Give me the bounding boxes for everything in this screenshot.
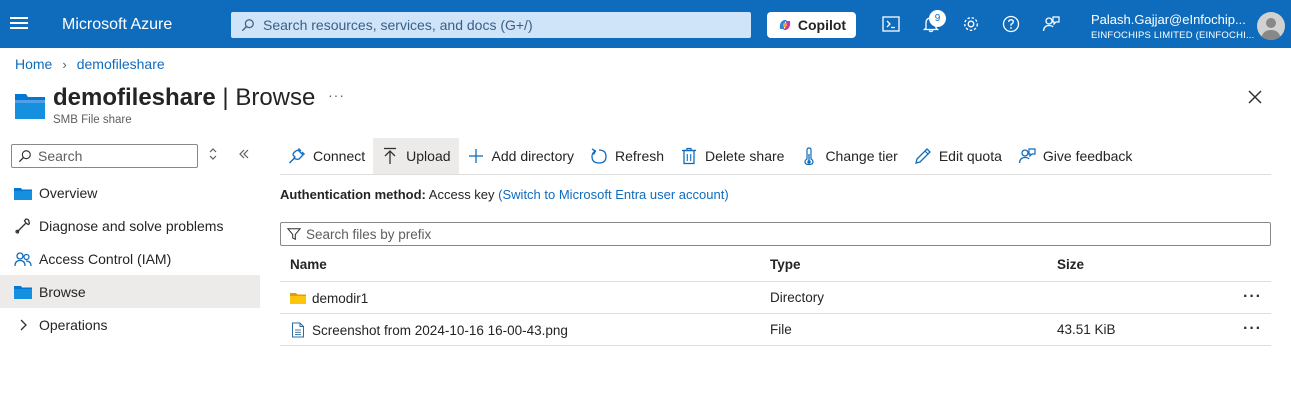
table-row[interactable]: Screenshot from 2024-10-16 16-00-43.png …	[280, 313, 1271, 345]
avatar[interactable]	[1257, 12, 1285, 40]
upload-button[interactable]: Upload	[373, 138, 459, 174]
sidebar-item-operations[interactable]: Operations	[0, 308, 260, 341]
filter-icon	[287, 228, 301, 241]
sidebar-item-overview[interactable]: Overview	[0, 176, 260, 209]
cloud-shell-icon[interactable]	[881, 14, 901, 34]
page-title: demofileshare | Browse	[53, 84, 315, 112]
sidebar-item-label: Diagnose and solve problems	[39, 217, 224, 234]
people-icon	[14, 250, 32, 268]
refresh-icon	[590, 147, 608, 165]
refresh-button[interactable]: Refresh	[582, 138, 672, 174]
chevron-right-icon	[14, 316, 32, 334]
refresh-label: Refresh	[615, 148, 665, 164]
authentication-method: Authentication method: Access key (Switc…	[280, 187, 729, 202]
trash-icon	[680, 147, 698, 165]
thermometer-icon	[800, 147, 818, 165]
page-title-separator: |	[215, 84, 236, 111]
toolbar-divider	[280, 174, 1271, 175]
breadcrumb-home-link[interactable]: Home	[15, 56, 52, 72]
expand-collapse-icon[interactable]	[208, 148, 218, 163]
user-org[interactable]: EINFOCHIPS LIMITED (EINFOCHI...	[1091, 30, 1255, 41]
global-search-placeholder: Search resources, services, and docs (G+…	[263, 17, 533, 33]
command-toolbar: Connect Upload Add directory Refresh Del…	[280, 138, 1140, 174]
file-size: 43.51 KiB	[1057, 322, 1116, 337]
add-directory-label: Add directory	[491, 148, 575, 164]
file-name-cell[interactable]: demodir1	[290, 290, 368, 306]
page-subtitle: SMB File share	[53, 114, 132, 126]
file-name: Screenshot from 2024-10-16 16-00-43.png	[312, 322, 568, 338]
delete-share-label: Delete share	[705, 148, 785, 164]
row-more-options-button[interactable]: ···	[1243, 288, 1262, 306]
nav-search-placeholder: Search	[38, 148, 83, 164]
edit-quota-button[interactable]: Edit quota	[906, 138, 1010, 174]
breadcrumb-current-link[interactable]: demofileshare	[77, 56, 165, 72]
notification-badge: 9	[929, 10, 946, 27]
folder-icon	[290, 293, 306, 304]
sidebar-item-label: Overview	[39, 184, 98, 201]
feedback-icon	[1018, 147, 1036, 165]
overview-icon	[14, 184, 32, 202]
page-title-section: Browse	[235, 84, 316, 111]
wrench-icon	[14, 217, 32, 235]
sidebar-item-access-control[interactable]: Access Control (IAM)	[0, 242, 260, 275]
give-feedback-button[interactable]: Give feedback	[1010, 138, 1141, 174]
nav-search-input[interactable]: Search	[11, 144, 198, 168]
breadcrumb: Home › demofileshare	[15, 56, 165, 72]
table-row[interactable]: demodir1 Directory ···	[280, 281, 1271, 313]
search-icon	[18, 150, 31, 163]
user-name[interactable]: Palash.Gajjar@eInfochip...	[1091, 12, 1246, 27]
collapse-nav-icon[interactable]	[238, 148, 250, 163]
copilot-button[interactable]: Copilot	[767, 12, 856, 38]
change-tier-label: Change tier	[825, 148, 898, 164]
row-more-options-button[interactable]: ···	[1243, 320, 1262, 338]
auth-label: Authentication method:	[280, 187, 426, 202]
settings-gear-icon[interactable]	[961, 14, 981, 34]
more-options-button[interactable]: ···	[328, 87, 345, 103]
help-icon[interactable]	[1001, 14, 1021, 34]
column-header-name[interactable]: Name	[290, 257, 327, 272]
global-search-input[interactable]: Search resources, services, and docs (G+…	[231, 12, 751, 38]
table-bottom-divider	[280, 345, 1271, 346]
plus-icon	[467, 147, 485, 165]
column-header-size[interactable]: Size	[1057, 257, 1084, 272]
sidebar-item-label: Operations	[39, 316, 108, 333]
copilot-icon	[779, 20, 791, 30]
folder-icon	[14, 283, 32, 301]
hamburger-menu-icon[interactable]	[10, 14, 28, 34]
file-search-placeholder: Search files by prefix	[306, 226, 432, 242]
upload-label: Upload	[406, 148, 451, 164]
file-name: demodir1	[312, 290, 369, 306]
connect-label: Connect	[313, 148, 366, 164]
top-bar: Microsoft Azure Search resources, servic…	[0, 0, 1291, 48]
pencil-icon	[914, 147, 932, 165]
sidebar-item-label: Browse	[39, 283, 86, 300]
switch-auth-link[interactable]: (Switch to Microsoft Entra user account)	[498, 187, 728, 202]
edit-quota-label: Edit quota	[938, 148, 1002, 164]
file-type: File	[770, 322, 792, 337]
add-directory-button[interactable]: Add directory	[459, 138, 582, 174]
feedback-icon[interactable]	[1041, 14, 1061, 34]
sidebar-item-browse[interactable]: Browse	[0, 275, 260, 308]
give-feedback-label: Give feedback	[1042, 148, 1133, 164]
search-icon	[241, 19, 254, 32]
sidebar-item-diagnose[interactable]: Diagnose and solve problems	[0, 209, 260, 242]
connect-button[interactable]: Connect	[280, 138, 373, 174]
copilot-label: Copilot	[797, 17, 847, 33]
column-header-type[interactable]: Type	[770, 257, 801, 272]
sidebar-item-label: Access Control (IAM)	[39, 250, 172, 267]
plug-icon	[288, 147, 306, 165]
close-icon[interactable]	[1246, 88, 1264, 106]
change-tier-button[interactable]: Change tier	[792, 138, 905, 174]
file-share-icon	[15, 94, 45, 119]
delete-share-button[interactable]: Delete share	[672, 138, 792, 174]
upload-icon	[381, 147, 399, 165]
auth-value: Access key	[428, 187, 495, 202]
chevron-right-icon: ›	[62, 56, 67, 72]
page-title-resource: demofileshare	[53, 84, 216, 111]
file-type: Directory	[770, 290, 825, 305]
file-search-input[interactable]: Search files by prefix	[280, 222, 1271, 246]
file-name-cell[interactable]: Screenshot from 2024-10-16 16-00-43.png	[290, 322, 568, 338]
file-icon	[292, 322, 304, 338]
brand-title[interactable]: Microsoft Azure	[62, 16, 172, 34]
